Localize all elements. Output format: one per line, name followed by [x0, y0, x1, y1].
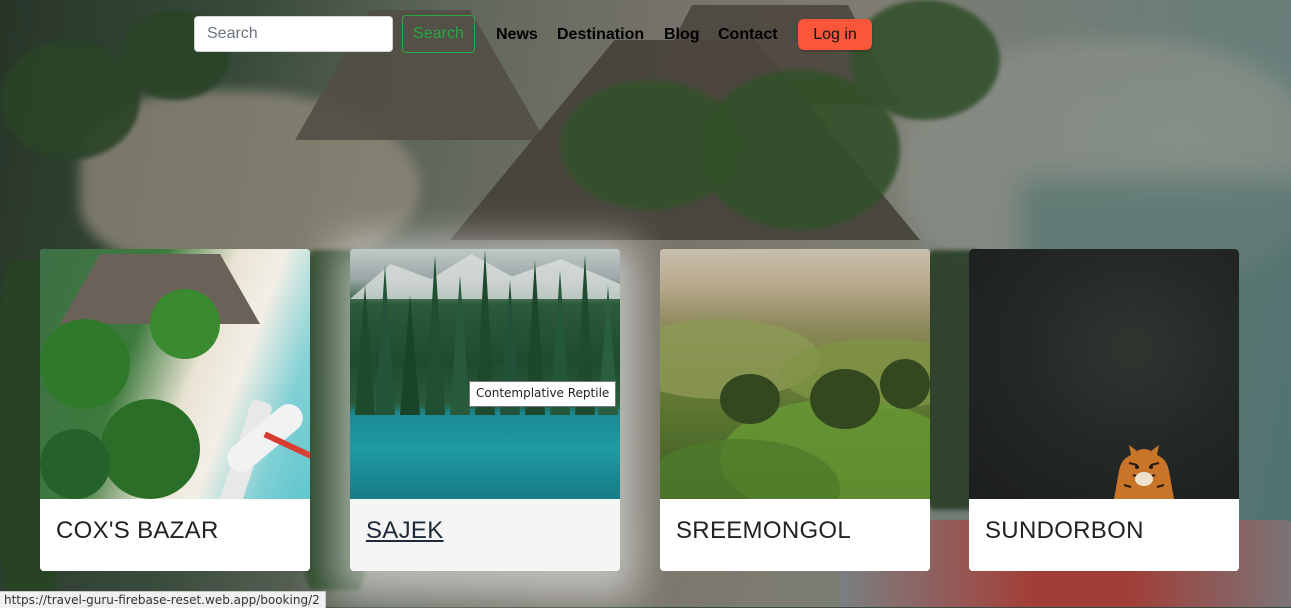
- login-button[interactable]: Log in: [798, 19, 872, 50]
- nav-link-destination[interactable]: Destination: [557, 26, 644, 44]
- nav-link-contact[interactable]: Contact: [718, 26, 778, 44]
- destination-card-coxs-bazar[interactable]: COX'S BAZAR: [40, 249, 310, 571]
- card-title[interactable]: SAJEK: [366, 517, 444, 545]
- search-input[interactable]: [194, 16, 393, 52]
- forest-lake-image: [350, 249, 620, 499]
- tea-hills-image: [660, 249, 930, 499]
- search-button[interactable]: Search: [402, 15, 475, 53]
- nav-link-blog[interactable]: Blog: [664, 26, 700, 44]
- browser-status-bar: https://travel-guru-firebase-reset.web.a…: [0, 591, 326, 608]
- card-title: SREEMONGOL: [676, 517, 852, 544]
- navbar: Search News Destination Blog Contact Log…: [0, 0, 1291, 70]
- destination-card-sajek[interactable]: SAJEK: [350, 249, 620, 571]
- tiger-icon: [1114, 445, 1174, 499]
- card-title: SUNDORBON: [985, 517, 1144, 544]
- tiger-forest-image: [969, 249, 1239, 499]
- destination-card-sreemongol[interactable]: SREEMONGOL: [660, 249, 930, 571]
- image-tooltip: Contemplative Reptile: [469, 381, 617, 407]
- nav-link-news[interactable]: News: [496, 26, 538, 44]
- beach-resort-image: [40, 249, 310, 499]
- logo[interactable]: [108, 26, 152, 46]
- destination-card-sundorbon[interactable]: SUNDORBON: [969, 249, 1239, 571]
- card-title: COX'S BAZAR: [56, 517, 219, 544]
